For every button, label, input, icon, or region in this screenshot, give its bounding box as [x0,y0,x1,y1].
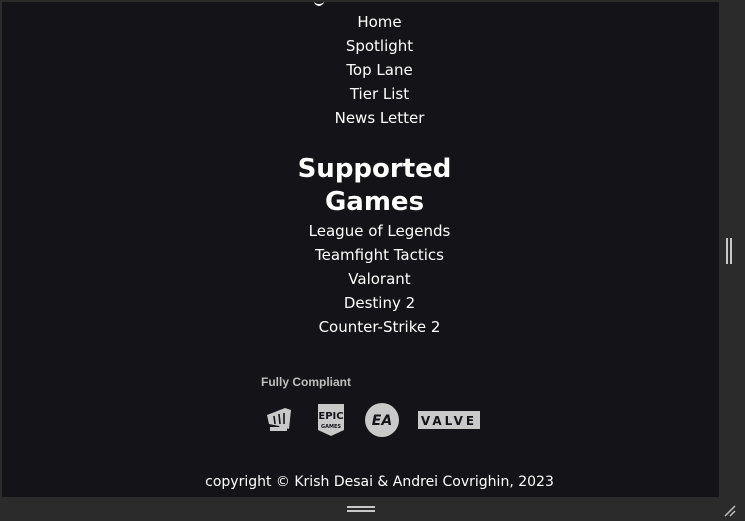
nav-link-spotlight[interactable]: Spotlight [346,34,413,58]
ea-logo-icon: EA [364,402,400,438]
nav-link-news-letter[interactable]: News Letter [335,106,425,130]
ea-logo-text: EA [372,413,392,429]
cropped-heading-fragment [314,2,324,6]
epic-games-logo-icon: EPIC GAMES [316,403,346,437]
copyright-text: copyright © Krish Desai & Andrei Covrigh… [205,474,554,490]
epic-logo-text-bottom: GAMES [321,424,341,430]
game-item-valorant: Valorant [348,270,411,288]
valve-logo-text: VALVE [421,414,477,428]
game-item-destiny-2: Destiny 2 [343,294,416,312]
riot-games-logo-icon [264,405,294,435]
game-item-teamfight-tactics: Teamfight Tactics [314,246,444,264]
nav-link-tier-list[interactable]: Tier List [350,82,409,106]
page-viewport: Home Spotlight Top Lane Tier List News L… [2,2,719,497]
valve-logo-icon: VALVE [418,411,480,429]
horizontal-resize-grip[interactable] [347,506,375,512]
game-item-league-of-legends: League of Legends [308,222,451,240]
nav-link-home[interactable]: Home [357,10,401,34]
epic-logo-text-top: EPIC [318,411,343,422]
supported-games-list: League of Legends Teamfight Tactics Valo… [2,219,719,339]
main-navigation: Home Spotlight Top Lane Tier List News L… [2,10,719,130]
supported-games-heading: Supported Games [297,154,452,217]
nav-link-top-lane[interactable]: Top Lane [346,58,412,82]
game-item-counter-strike-2: Counter-Strike 2 [318,318,441,336]
fully-compliant-label: Fully Compliant [261,375,351,389]
compliance-logos: EPIC GAMES EA VALVE [264,402,480,438]
vertical-scroll-grip[interactable] [726,238,732,264]
resize-corner-icon[interactable] [722,502,736,517]
